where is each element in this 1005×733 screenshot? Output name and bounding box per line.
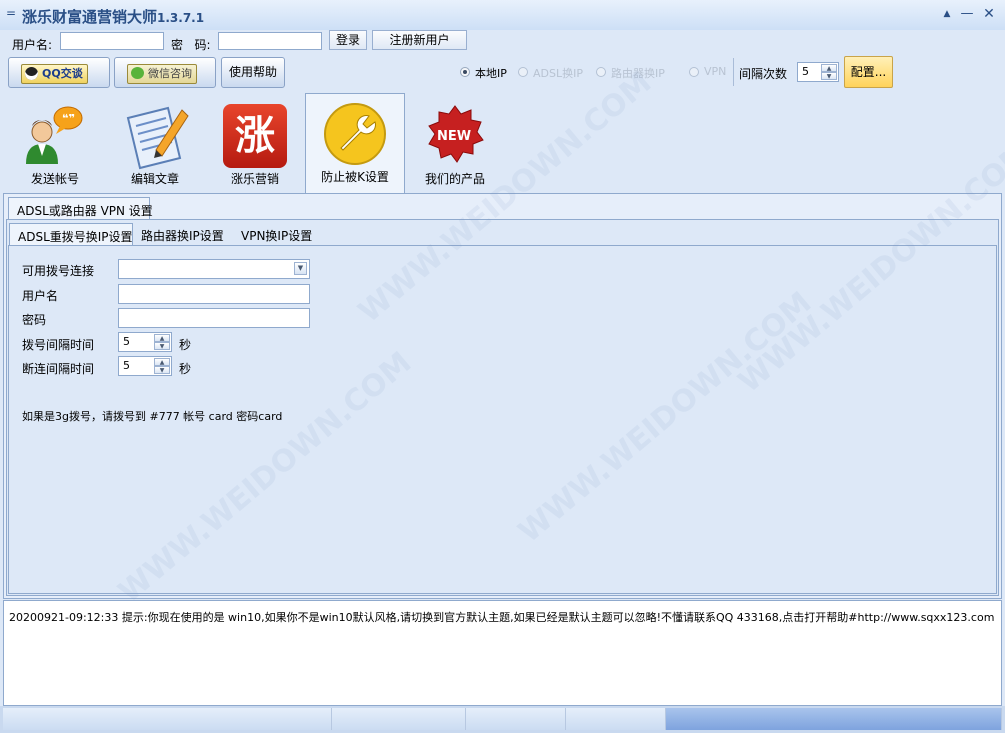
form-password-input[interactable] xyxy=(118,308,310,328)
radio-local-ip-label: 本地IP xyxy=(475,67,507,80)
dial-interval-value: 5 xyxy=(123,335,130,348)
nav-tab-label: 发送帐号 xyxy=(30,172,79,186)
radio-adsl-ip-label: ADSL换IP xyxy=(533,67,583,80)
tab-router-ip[interactable]: 路由器换IP设置 xyxy=(133,223,230,245)
system-menu-icon[interactable]: = xyxy=(6,6,16,20)
dial-interval-unit: 秒 xyxy=(179,338,192,352)
log-line: 20200921-09:12:33 提示:你现在使用的是 win10,如果你不是… xyxy=(9,611,995,624)
close-icon[interactable]: ✕ xyxy=(982,7,996,21)
nav-tab-send-account[interactable]: ❝❞ 发送帐号 xyxy=(8,96,102,190)
stepper-down-icon[interactable]: ▼ xyxy=(154,342,170,350)
dial-connection-select[interactable]: ▼ xyxy=(118,259,310,279)
stepper-down-icon[interactable]: ▼ xyxy=(821,72,837,80)
3g-dial-note: 如果是3g拨号，请拨号到 #777 帐号 card 密码card xyxy=(22,410,283,423)
password-input[interactable] xyxy=(218,32,322,50)
interval-count-value: 5 xyxy=(802,65,809,78)
new-badge-icon: NEW xyxy=(428,105,484,163)
pin-icon[interactable]: ▲ xyxy=(940,7,954,21)
chevron-down-icon[interactable]: ▼ xyxy=(294,262,307,275)
zhangle-logo-icon: 涨 xyxy=(223,104,287,168)
wechat-consult-button[interactable]: 微信咨询 xyxy=(114,57,216,88)
status-segment xyxy=(566,708,666,730)
login-button[interactable]: 登录 xyxy=(329,30,367,50)
dial-interval-stepper[interactable]: 5 ▲ ▼ xyxy=(118,332,172,352)
wechat-consult-label: 微信咨询 xyxy=(127,64,197,84)
dial-interval-label: 拨号间隔时间 xyxy=(22,338,95,352)
title-bar: = 涨乐财富通营销大师1.3.7.1 ▲ — ✕ xyxy=(0,0,1005,30)
username-label: 用户名: xyxy=(12,38,53,52)
window-title-text: 涨乐财富通营销大师 xyxy=(22,8,158,26)
stepper-up-icon[interactable]: ▲ xyxy=(821,64,837,72)
wechat-consult-text: 微信咨询 xyxy=(148,67,192,80)
nav-tab-anti-ban-settings[interactable]: 防止被K设置 xyxy=(305,93,405,195)
nav-tab-label: 涨乐营销 xyxy=(230,172,279,186)
nav-tab-edit-article[interactable]: 编辑文章 xyxy=(108,96,202,190)
dial-connection-label: 可用拨号连接 xyxy=(22,264,95,278)
nav-tab-label: 防止被K设置 xyxy=(321,170,389,184)
radio-router-ip-label: 路由器换IP xyxy=(611,67,665,80)
disconnect-interval-stepper[interactable]: 5 ▲ ▼ xyxy=(118,356,172,376)
stepper-up-icon[interactable]: ▲ xyxy=(154,358,170,366)
status-segment xyxy=(332,708,466,730)
radio-vpn-label: VPN xyxy=(704,65,727,78)
register-button[interactable]: 注册新用户 xyxy=(372,30,467,50)
form-username-label: 用户名 xyxy=(22,289,59,303)
tab-adsl-redial[interactable]: ADSL重拨号换IP设置 xyxy=(9,223,133,245)
radio-vpn[interactable] xyxy=(689,67,699,77)
form-username-input[interactable] xyxy=(118,284,310,304)
disconnect-interval-label: 断连间隔时间 xyxy=(22,362,95,376)
svg-text:❝❞: ❝❞ xyxy=(62,112,75,125)
nav-tab-zhangle-marketing[interactable]: 涨 涨乐营销 xyxy=(208,96,302,190)
disconnect-interval-value: 5 xyxy=(123,359,130,372)
wrench-icon xyxy=(324,103,386,165)
interval-count-stepper[interactable]: 5 ▲ ▼ xyxy=(797,62,839,82)
qq-chat-text: QQ交谈 xyxy=(42,67,83,80)
tab-vpn-ip[interactable]: VPN换IP设置 xyxy=(233,223,317,245)
minimize-icon[interactable]: — xyxy=(960,7,974,21)
form-password-label: 密码 xyxy=(22,313,47,327)
stepper-down-icon[interactable]: ▼ xyxy=(154,366,170,374)
disconnect-interval-unit: 秒 xyxy=(179,362,192,376)
username-input[interactable] xyxy=(60,32,164,50)
qq-icon xyxy=(25,67,38,80)
toolbar-separator xyxy=(733,58,734,86)
nav-tab-our-products[interactable]: NEW 我们的产品 xyxy=(408,96,502,190)
edit-document-icon xyxy=(126,106,189,170)
help-button[interactable]: 使用帮助 xyxy=(221,57,285,88)
qq-chat-button[interactable]: QQ交谈 xyxy=(8,57,110,88)
radio-adsl-ip[interactable] xyxy=(518,67,528,77)
config-button[interactable]: 配置... xyxy=(844,56,893,88)
password-label: 密 码: xyxy=(171,38,211,52)
status-segment xyxy=(666,708,1002,730)
user-chat-icon: ❝❞ xyxy=(26,106,83,164)
wechat-icon xyxy=(131,67,144,79)
log-panel[interactable]: 20200921-09:12:33 提示:你现在使用的是 win10,如果你不是… xyxy=(3,600,1002,706)
tab-adsl-router-vpn[interactable]: ADSL或路由器 VPN 设置 xyxy=(8,197,153,219)
radio-router-ip[interactable] xyxy=(596,67,606,77)
status-segment xyxy=(466,708,566,730)
version-text: 1.3.7.1 xyxy=(157,11,205,25)
qq-chat-label: QQ交谈 xyxy=(21,64,88,84)
radio-local-ip[interactable] xyxy=(460,67,470,77)
svg-text:NEW: NEW xyxy=(437,129,471,144)
nav-tab-label: 我们的产品 xyxy=(424,172,485,186)
interval-count-label: 间隔次数 xyxy=(739,67,788,81)
window-title: 涨乐财富通营销大师1.3.7.1 xyxy=(22,6,204,27)
nav-tab-label: 编辑文章 xyxy=(130,172,179,186)
status-segment xyxy=(3,708,332,730)
stepper-up-icon[interactable]: ▲ xyxy=(154,334,170,342)
